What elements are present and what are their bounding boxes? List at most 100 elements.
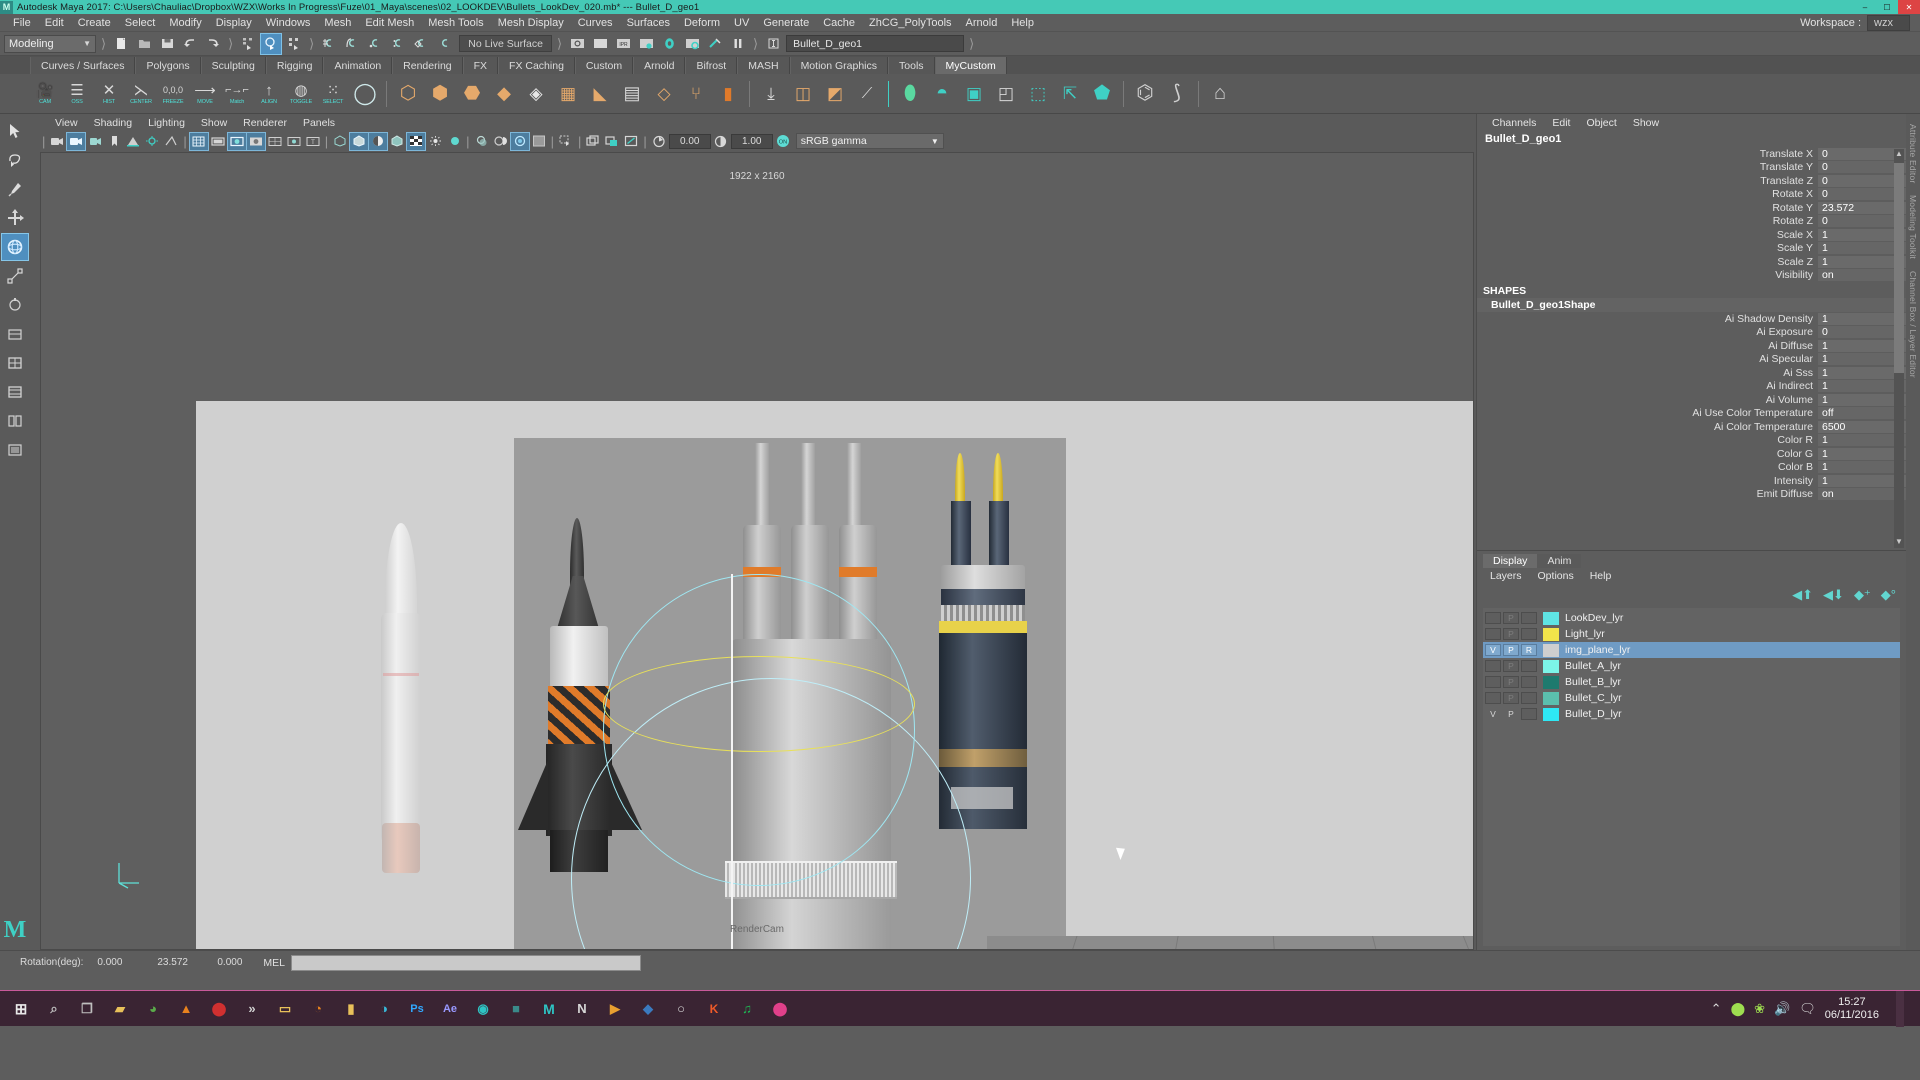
snap-to-projected-center-icon[interactable] bbox=[388, 34, 408, 54]
move-layer-down-icon[interactable]: ◀⬇ bbox=[1823, 587, 1844, 603]
menuset-dropdown[interactable]: Modeling ▼ bbox=[4, 34, 96, 53]
layer-reference-toggle[interactable] bbox=[1521, 612, 1537, 624]
menu-modify[interactable]: Modify bbox=[162, 16, 208, 30]
shelf-poly-prism-icon[interactable]: ▤ bbox=[617, 77, 647, 111]
channel-value[interactable]: 1 bbox=[1818, 461, 1906, 474]
layer-row-lookdev[interactable]: P LookDev_lyr bbox=[1483, 610, 1900, 626]
keyshot-icon[interactable]: K bbox=[699, 994, 729, 1024]
menu-uv[interactable]: UV bbox=[727, 16, 756, 30]
exposure-value[interactable]: 0.00 bbox=[668, 133, 711, 149]
channel-value[interactable]: 1 bbox=[1818, 312, 1906, 325]
layer-name[interactable]: Bullet_D_lyr bbox=[1565, 708, 1622, 720]
four-pane-layout[interactable] bbox=[2, 408, 28, 434]
layer-reference-toggle[interactable] bbox=[1521, 676, 1537, 688]
use-all-lights-icon[interactable] bbox=[445, 133, 463, 150]
bullet-model-c[interactable] bbox=[721, 443, 901, 949]
render-sequence-icon[interactable] bbox=[590, 34, 610, 54]
shelf-export-icon[interactable]: ⇱ bbox=[1055, 77, 1085, 111]
channelbox-menu-show[interactable]: Show bbox=[1626, 117, 1666, 129]
layer-visibility-toggle[interactable] bbox=[1485, 692, 1501, 704]
minimize-button[interactable]: – bbox=[1854, 0, 1876, 14]
menu-surfaces[interactable]: Surfaces bbox=[620, 16, 677, 30]
live-surface-field[interactable]: No Live Surface bbox=[459, 35, 552, 52]
new-scene-icon[interactable] bbox=[111, 34, 131, 54]
channel-value[interactable]: 0 bbox=[1818, 174, 1906, 187]
snap-to-point-icon[interactable] bbox=[365, 34, 385, 54]
make-live-icon[interactable] bbox=[434, 34, 454, 54]
vtab-modeling-toolkit[interactable]: Modeling Toolkit bbox=[1908, 195, 1918, 259]
scrollbar-thumb[interactable] bbox=[1894, 163, 1904, 373]
volume-icon[interactable]: 🔊 bbox=[1774, 1001, 1790, 1017]
layer-row-bullet-b[interactable]: P Bullet_B_lyr bbox=[1483, 674, 1900, 690]
layer-menu-options[interactable]: Options bbox=[1531, 570, 1581, 582]
pause-render-icon[interactable] bbox=[728, 34, 748, 54]
layer-name[interactable]: img_plane_lyr bbox=[1565, 644, 1630, 656]
menu-deform[interactable]: Deform bbox=[677, 16, 727, 30]
lights-icon[interactable] bbox=[426, 133, 444, 150]
channel-value[interactable]: 6500 bbox=[1818, 420, 1906, 433]
menu-curves[interactable]: Curves bbox=[571, 16, 620, 30]
select-by-component-icon[interactable] bbox=[284, 34, 304, 54]
shelf-tab-fx[interactable]: FX bbox=[462, 57, 499, 74]
new-layer-from-selected-icon[interactable]: ◆° bbox=[1881, 587, 1896, 603]
layer-row-bullet-c[interactable]: P Bullet_C_lyr bbox=[1483, 690, 1900, 706]
hw-texturing-icon[interactable] bbox=[603, 133, 621, 150]
aftereffects-icon[interactable]: Ae bbox=[435, 994, 465, 1024]
channel-value[interactable]: 0 bbox=[1818, 326, 1906, 339]
channel-value[interactable]: 1 bbox=[1818, 228, 1906, 241]
firefox-icon[interactable]: ◔ bbox=[303, 994, 333, 1024]
shelf-tab-curves-surfaces[interactable]: Curves / Surfaces bbox=[30, 57, 136, 74]
show-desktop-button[interactable] bbox=[1896, 990, 1904, 1027]
layer-name[interactable]: Bullet_B_lyr bbox=[1565, 676, 1621, 688]
layer-playback-toggle[interactable]: P bbox=[1503, 628, 1519, 640]
spotify-icon[interactable]: ♫ bbox=[732, 994, 762, 1024]
move-layer-up-icon[interactable]: ◀⬆ bbox=[1792, 587, 1813, 603]
channel-value[interactable]: 1 bbox=[1818, 474, 1906, 487]
layer-visibility-toggle[interactable] bbox=[1485, 660, 1501, 672]
shelf-poly-cylinder-icon[interactable]: ⬣ bbox=[457, 77, 487, 111]
layer-name[interactable]: Bullet_A_lyr bbox=[1565, 660, 1621, 672]
menu-mesh-tools[interactable]: Mesh Tools bbox=[421, 16, 490, 30]
nuke-icon[interactable]: N bbox=[567, 994, 597, 1024]
layer-visibility-toggle[interactable] bbox=[1485, 612, 1501, 624]
shelf-select-icon[interactable]: ⁙ SELECT bbox=[318, 77, 348, 111]
outliner-layout[interactable] bbox=[2, 437, 28, 463]
layer-playback-toggle[interactable]: P bbox=[1503, 612, 1519, 624]
workspace-selector[interactable]: Workspace : wzx bbox=[1800, 14, 1920, 31]
recorder-icon[interactable]: ⬤ bbox=[204, 994, 234, 1024]
snap-to-curve-icon[interactable] bbox=[342, 34, 362, 54]
shelf-tab-tools[interactable]: Tools bbox=[888, 57, 935, 74]
file-explorer-icon[interactable]: ▭ bbox=[270, 994, 300, 1024]
display-textures-icon[interactable] bbox=[584, 133, 602, 150]
ao-toggle-icon[interactable] bbox=[492, 133, 510, 150]
render-settings-icon[interactable] bbox=[636, 34, 656, 54]
gamma-value[interactable]: 1.00 bbox=[730, 133, 773, 149]
marmoset-icon[interactable]: ▶ bbox=[600, 994, 630, 1024]
shelf-tab-polygons[interactable]: Polygons bbox=[135, 57, 201, 74]
soft-select-tool[interactable] bbox=[2, 321, 28, 347]
snap-to-view-plane-icon[interactable] bbox=[411, 34, 431, 54]
paint-select-tool[interactable] bbox=[2, 176, 28, 202]
shadows-icon[interactable] bbox=[162, 133, 180, 150]
layer-reference-toggle[interactable] bbox=[1521, 708, 1537, 720]
shelf-match-transform-icon[interactable]: ⌐→⌐ Match bbox=[222, 77, 252, 111]
shelf-arnold-standin-icon[interactable]: ⬚ bbox=[1023, 77, 1053, 111]
shelf-mash-network-icon[interactable]: ⌬ bbox=[1130, 77, 1160, 111]
layer-color-swatch[interactable] bbox=[1543, 643, 1559, 657]
shelf-combine-icon[interactable]: ◇ bbox=[649, 77, 679, 111]
task-view-icon[interactable]: ❐ bbox=[72, 994, 102, 1024]
menu-file[interactable]: File bbox=[6, 16, 38, 30]
layer-playback-toggle[interactable]: P bbox=[1503, 708, 1519, 720]
layer-row-light[interactable]: P Light_lyr bbox=[1483, 626, 1900, 642]
notes-icon[interactable]: ▮ bbox=[336, 994, 366, 1024]
layer-visibility-toggle[interactable]: V bbox=[1485, 708, 1501, 720]
two-sided-lighting-icon[interactable] bbox=[143, 133, 161, 150]
save-scene-icon[interactable] bbox=[157, 34, 177, 54]
layer-color-swatch[interactable] bbox=[1543, 691, 1559, 705]
quicktime-icon[interactable]: ◑ bbox=[369, 994, 399, 1024]
grid-icon[interactable] bbox=[188, 131, 209, 151]
shelf-tab-mycustom[interactable]: MyCustom bbox=[934, 57, 1007, 74]
viewport-background-icon[interactable] bbox=[530, 133, 548, 150]
photoshop-icon[interactable]: Ps bbox=[402, 994, 432, 1024]
render-setup-icon[interactable] bbox=[705, 34, 725, 54]
